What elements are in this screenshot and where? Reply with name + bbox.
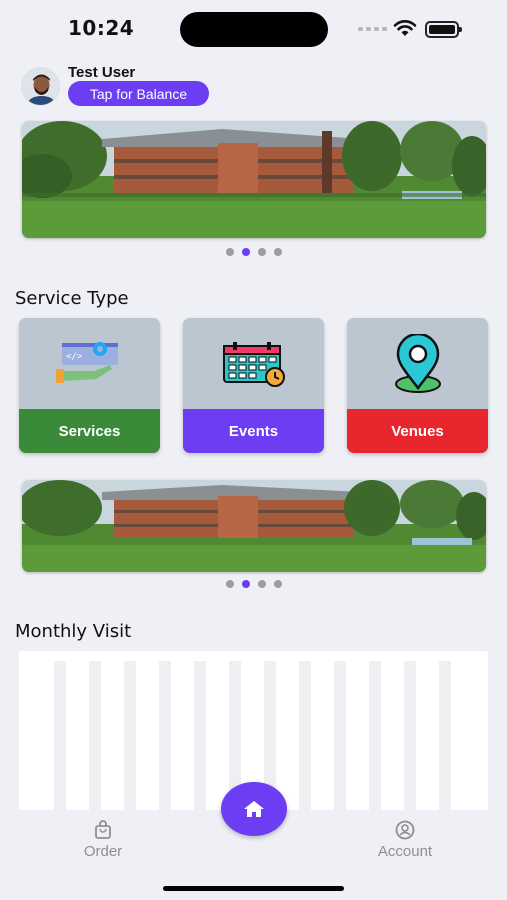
chart-column-bg [369,661,381,811]
service-card-events[interactable]: Events [183,318,324,453]
carousel-dot[interactable] [257,248,266,256]
home-button[interactable] [221,782,287,836]
service-card-venues[interactable]: Venues [347,318,488,453]
nav-order-label: Order [83,843,123,860]
service-type-title: Service Type [15,288,129,309]
chart-column-bg [439,661,451,811]
code-settings-icon: </> [19,318,160,409]
dynamic-island [180,12,328,47]
carousel-dot-active[interactable] [241,248,250,256]
location-pin-icon [347,318,488,409]
nav-account[interactable]: Account [370,820,440,860]
nav-order[interactable]: Order [78,820,128,860]
svg-text:</>: </> [66,352,83,362]
chart-column-bg [404,661,416,811]
tap-for-balance-button[interactable]: Tap for Balance [68,81,209,106]
cellular-signal-icon [358,27,387,31]
chart-column-bg [299,661,311,811]
carousel-dot[interactable] [225,248,234,256]
status-bar: 10:24 [0,0,507,58]
service-card-services[interactable]: </> Services [19,318,160,453]
carousel-dot[interactable] [257,580,266,588]
account-icon [395,820,415,840]
chart-column-bg [334,661,346,811]
avatar[interactable] [21,67,60,106]
carousel-dot[interactable] [273,580,282,588]
promo-banner-carousel[interactable] [22,121,486,238]
battery-icon [425,21,462,38]
chart-column-bg [124,661,136,811]
banner-1-pagination[interactable] [0,248,507,256]
chart-column-bg [89,661,101,811]
chart-column-bg [54,661,66,811]
banner-2-pagination[interactable] [0,580,507,588]
user-name: Test User [68,64,136,81]
carousel-dot[interactable] [225,580,234,588]
chart-column-bg [194,661,206,811]
wifi-icon [393,20,417,36]
status-time: 10:24 [68,16,135,40]
shopping-bag-icon [95,820,111,839]
promo-banner-carousel-2[interactable] [22,480,486,572]
home-indicator [163,886,344,891]
carousel-dot[interactable] [273,248,282,256]
calendar-clock-icon [183,318,324,409]
monthly-visit-title: Monthly Visit [15,621,132,642]
chart-column-bg [159,661,171,811]
venues-label: Venues [347,409,488,453]
events-label: Events [183,409,324,453]
carousel-dot-active[interactable] [241,580,250,588]
services-label: Services [19,409,160,453]
home-icon [244,801,264,817]
nav-account-label: Account [377,843,433,860]
